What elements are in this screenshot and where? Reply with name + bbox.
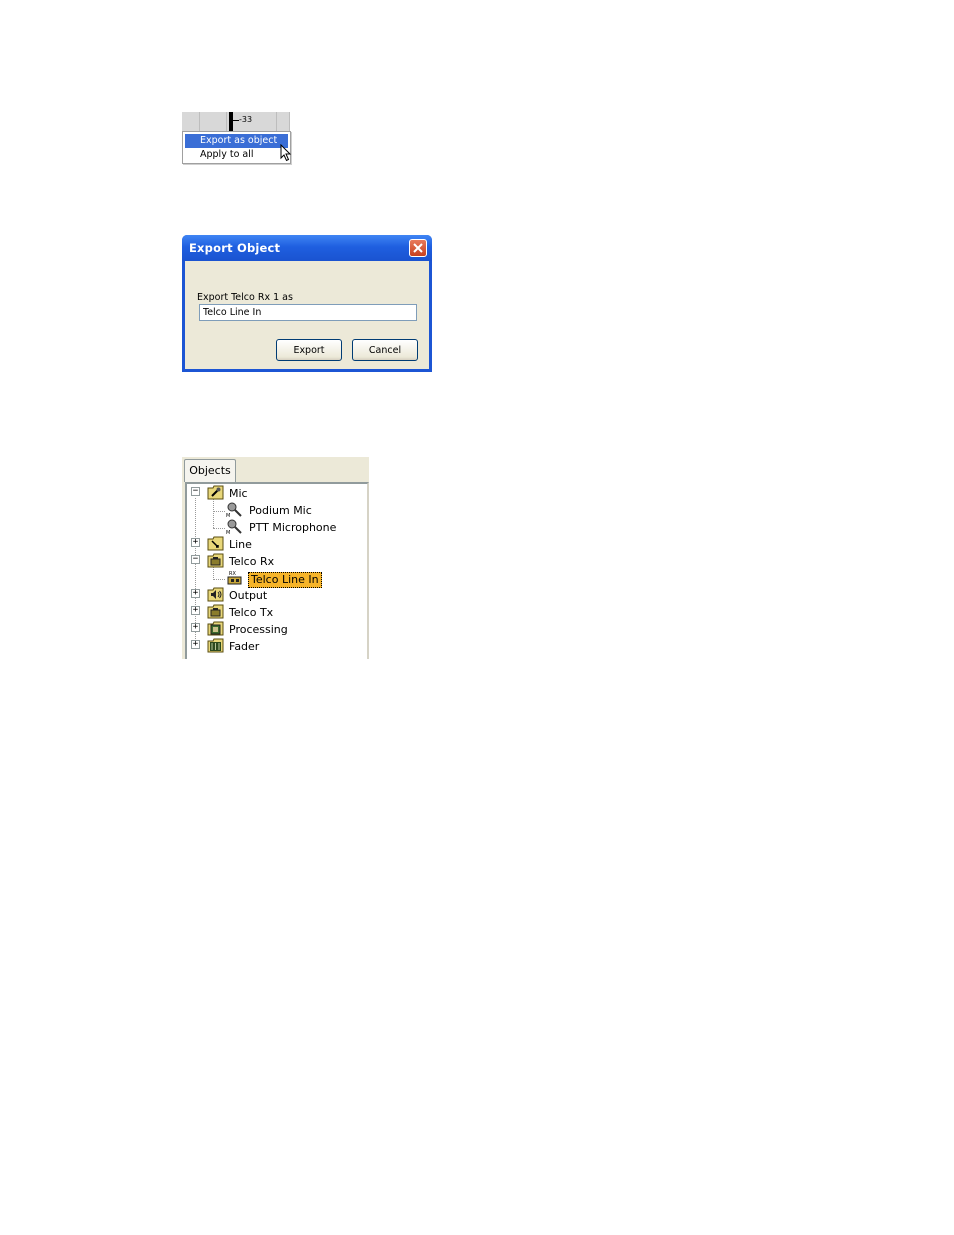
svg-text:M: M: [226, 530, 230, 534]
tree-connector: [213, 579, 225, 580]
tree-node-mic[interactable]: Mic: [229, 487, 248, 501]
tree-connector: [213, 511, 225, 512]
fader-folder-icon: [207, 638, 224, 653]
objects-tree: − Mic M Podium Mic M PTT Microphone + Li…: [185, 482, 369, 659]
dialog-title: Export Object: [189, 241, 281, 255]
fader-knob[interactable]: [229, 112, 233, 131]
tree-node-podium-mic[interactable]: Podium Mic: [249, 504, 312, 518]
tree-node-fader[interactable]: Fader: [229, 640, 259, 654]
tree-node-output[interactable]: Output: [229, 589, 267, 603]
tree-connector: [213, 566, 214, 580]
fader-value: -33: [239, 115, 253, 124]
export-name-input[interactable]: [199, 304, 417, 321]
expand-toggle-telco-tx[interactable]: +: [191, 606, 200, 615]
microphone-icon: M: [226, 502, 242, 517]
collapse-toggle-mic[interactable]: −: [191, 487, 200, 496]
line-folder-icon: [207, 536, 224, 551]
export-prompt-label: Export Telco Rx 1 as: [197, 292, 293, 303]
close-button[interactable]: [409, 239, 427, 257]
tree-connector: [213, 528, 225, 529]
dialog-title-bar[interactable]: Export Object: [182, 235, 432, 261]
microphone-icon: M: [226, 519, 242, 534]
speaker-folder-icon: [207, 587, 224, 602]
export-object-dialog: Export Object Export Telco Rx 1 as Expor…: [182, 235, 432, 372]
close-icon: [413, 243, 423, 253]
export-button[interactable]: Export: [276, 339, 342, 361]
expand-toggle-output[interactable]: +: [191, 589, 200, 598]
objects-panel: Objects − Mic M Podium Mic M PTT Microph…: [182, 457, 369, 659]
tree-node-line[interactable]: Line: [229, 538, 252, 552]
mouse-cursor-icon: [280, 144, 292, 162]
cancel-button[interactable]: Cancel: [352, 339, 418, 361]
menu-item-apply-to-all[interactable]: Apply to all: [185, 148, 288, 162]
fader-strip-segment: [182, 112, 200, 131]
processing-folder-icon: [207, 621, 224, 636]
expand-toggle-fader[interactable]: +: [191, 640, 200, 649]
tree-node-ptt-microphone[interactable]: PTT Microphone: [249, 521, 336, 535]
telco-rx-folder-icon: [207, 553, 224, 568]
telco-rx-icon: RX: [227, 571, 242, 585]
expand-toggle-processing[interactable]: +: [191, 623, 200, 632]
fader-strip-segment: [200, 112, 227, 131]
fader-strip-segment: [277, 112, 290, 131]
collapse-toggle-telco-rx[interactable]: −: [191, 555, 200, 564]
svg-text:M: M: [226, 513, 230, 517]
svg-text:RX: RX: [229, 571, 236, 577]
menu-item-export-as-object[interactable]: Export as object: [185, 134, 288, 148]
context-menu-screenshot: -33 Export as object Apply to all: [182, 112, 292, 165]
fader-strip: -33: [182, 112, 290, 131]
tree-node-telco-rx[interactable]: Telco Rx: [229, 555, 274, 569]
mic-folder-icon: [207, 485, 224, 500]
tree-node-processing[interactable]: Processing: [229, 623, 288, 637]
tree-node-telco-tx[interactable]: Telco Tx: [229, 606, 273, 620]
fader-strip-segment: [258, 112, 277, 131]
tab-objects[interactable]: Objects: [184, 459, 236, 482]
telco-tx-folder-icon: [207, 604, 224, 619]
dialog-body: Export Telco Rx 1 as Export Cancel: [185, 261, 429, 369]
expand-toggle-line[interactable]: +: [191, 538, 200, 547]
tree-node-telco-line-in[interactable]: Telco Line In: [248, 572, 322, 588]
tree-connector: [213, 498, 214, 528]
context-menu: Export as object Apply to all: [182, 131, 291, 164]
